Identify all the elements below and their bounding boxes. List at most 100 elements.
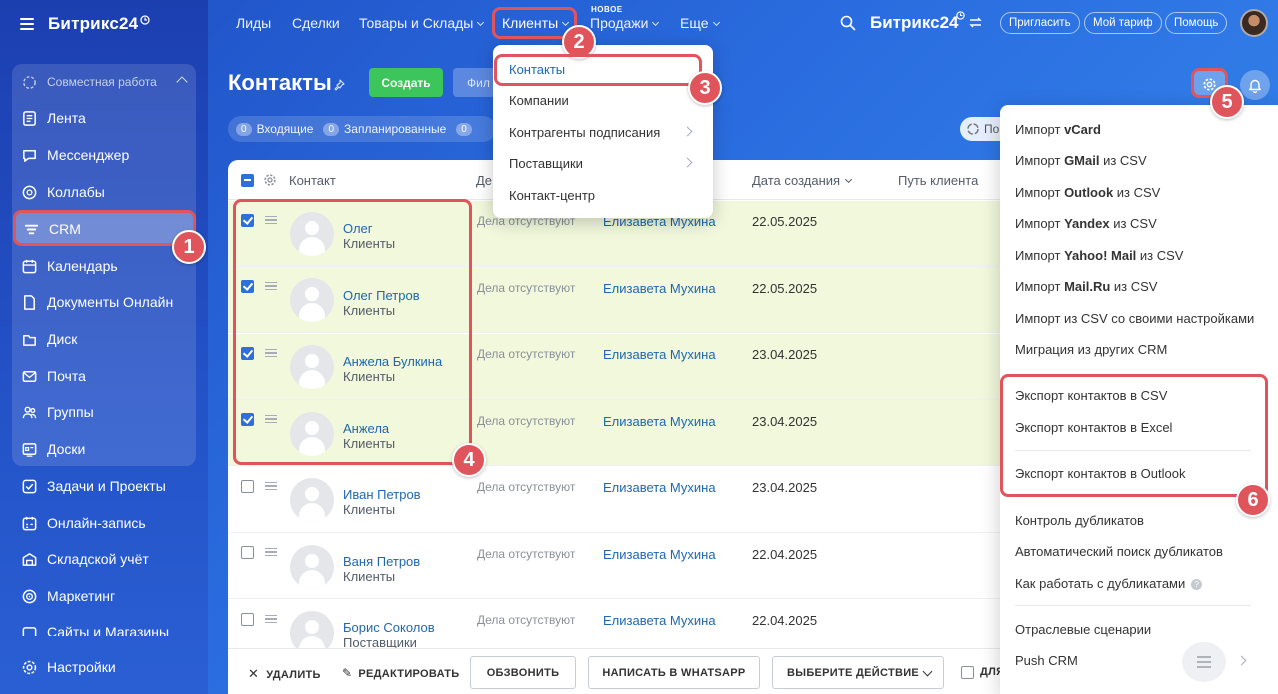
- switch-icon[interactable]: [969, 16, 982, 29]
- menu-item-import-vcard[interactable]: Импорт vCard: [1015, 122, 1101, 137]
- contact-name[interactable]: Анжела: [343, 421, 389, 436]
- contact-name[interactable]: Олег Петров: [343, 288, 420, 303]
- whatsapp-button[interactable]: НАПИСАТЬ В WHATSAPP: [588, 656, 760, 689]
- responsible-link[interactable]: Елизавета Мухина: [603, 547, 716, 562]
- counter-other[interactable]: 0: [456, 122, 477, 136]
- sidebar-item-crm[interactable]: CRM: [14, 212, 194, 246]
- menu-item-duplicate-auto[interactable]: Автоматический поиск дубликатов: [1015, 544, 1223, 559]
- sidebar-item-feed[interactable]: Лента: [12, 101, 196, 135]
- sidebar-item-disk[interactable]: Диск: [12, 322, 196, 356]
- drag-handle-icon[interactable]: [265, 282, 277, 290]
- menu-item-companies[interactable]: Компании: [509, 93, 569, 108]
- menu-item-migration[interactable]: Миграция из других CRM: [1015, 342, 1167, 357]
- chat-fab-button[interactable]: [1182, 642, 1226, 682]
- call-button[interactable]: ОБЗВОНИТЬ: [470, 656, 576, 689]
- menu-item-import-yandex[interactable]: Импорт Yandex из CSV: [1015, 216, 1157, 231]
- menu-icon[interactable]: [20, 18, 34, 30]
- menu-item-export-outlook[interactable]: Экспорт контактов в Outlook: [1015, 466, 1185, 481]
- help-icon[interactable]: ?: [1191, 579, 1203, 590]
- drag-handle-icon[interactable]: [265, 216, 277, 224]
- responsible-link[interactable]: Елизавета Мухина: [603, 480, 716, 495]
- column-journey[interactable]: Путь клиента: [898, 173, 978, 188]
- menu-item-duplicate-control[interactable]: Контроль дубликатов: [1015, 513, 1144, 528]
- contact-name[interactable]: Анжела Булкина: [343, 354, 442, 369]
- edit-action[interactable]: ✎ РЕДАКТИРОВАТЬ: [342, 666, 460, 680]
- sidebar-item-tasks[interactable]: Задачи и Проекты: [12, 469, 196, 503]
- menu-item-push-crm[interactable]: Push CRM: [1015, 653, 1078, 668]
- row-checkbox[interactable]: [241, 613, 254, 626]
- sidebar-item-marketing[interactable]: Маркетинг: [12, 579, 196, 613]
- help-button[interactable]: Помощь: [1165, 12, 1228, 34]
- menu-item-import-outlook[interactable]: Импорт Outlook из CSV: [1015, 185, 1160, 200]
- chevron-up-icon[interactable]: [176, 76, 188, 88]
- menu-item-duplicate-help[interactable]: Как работать с дубликатами?: [1015, 576, 1203, 591]
- nav-deals[interactable]: Сделки: [292, 15, 340, 31]
- menu-item-contact-center[interactable]: Контакт-центр: [509, 188, 595, 203]
- nav-sales[interactable]: Продажи: [590, 15, 660, 31]
- drag-handle-icon[interactable]: [265, 548, 277, 556]
- action-select[interactable]: ВЫБЕРИТЕ ДЕЙСТВИЕ: [772, 656, 944, 689]
- sidebar-item-sites[interactable]: Сайты и Магазины: [12, 616, 196, 636]
- sidebar-group-header[interactable]: Совместная работа: [12, 65, 196, 99]
- responsible-link[interactable]: Елизавета Мухина: [603, 347, 716, 362]
- row-checkbox[interactable]: [241, 546, 254, 559]
- menu-item-import-gmail[interactable]: Импорт GMail из CSV: [1015, 153, 1147, 168]
- drag-handle-icon[interactable]: [265, 615, 277, 623]
- nav-clients[interactable]: Клиенты: [502, 15, 570, 31]
- notifications-button[interactable]: [1240, 70, 1270, 100]
- create-button[interactable]: Создать: [369, 68, 443, 97]
- logo[interactable]: Битрикс24: [48, 14, 138, 34]
- column-created[interactable]: Дата создания: [752, 173, 853, 188]
- row-checkbox[interactable]: [241, 480, 254, 493]
- nav-products[interactable]: Товары и Склады: [359, 15, 485, 31]
- contact-name[interactable]: Иван Петров: [343, 487, 421, 502]
- for-all-checkbox[interactable]: [961, 666, 974, 679]
- drag-handle-icon[interactable]: [265, 415, 277, 423]
- sidebar-item-documents[interactable]: Документы Онлайн: [12, 285, 196, 319]
- menu-item-contacts[interactable]: Контакты: [509, 62, 565, 77]
- row-checkbox[interactable]: [241, 214, 254, 227]
- sidebar-item-warehouse[interactable]: Складской учёт: [12, 542, 196, 576]
- search-icon[interactable]: [840, 15, 856, 31]
- menu-item-signing-parties[interactable]: Контрагенты подписания: [509, 125, 660, 140]
- column-deals[interactable]: Де: [476, 173, 492, 188]
- sidebar-item-mail[interactable]: Почта: [12, 359, 196, 393]
- responsible-link[interactable]: Елизавета Мухина: [603, 281, 716, 296]
- nav-more[interactable]: Еще: [680, 15, 720, 31]
- menu-item-import-mailru[interactable]: Импорт Mail.Ru из CSV: [1015, 279, 1157, 294]
- menu-item-export-excel[interactable]: Экспорт контактов в Excel: [1015, 420, 1172, 435]
- tariff-button[interactable]: Мой тариф: [1084, 12, 1162, 34]
- row-checkbox[interactable]: [241, 347, 254, 360]
- drag-handle-icon[interactable]: [265, 482, 277, 490]
- contact-name[interactable]: Борис Соколов: [343, 620, 435, 635]
- menu-item-import-custom[interactable]: Импорт из CSV со своими настройками: [1015, 311, 1254, 326]
- counter-planned[interactable]: 0 Запланированные: [323, 122, 446, 136]
- delete-action[interactable]: ✕ УДАЛИТЬ: [248, 666, 321, 682]
- invite-button[interactable]: Пригласить: [1000, 12, 1080, 34]
- sidebar-item-settings[interactable]: Настройки: [12, 650, 196, 684]
- responsible-link[interactable]: Елизавета Мухина: [603, 414, 716, 429]
- responsible-link[interactable]: Елизавета Мухина: [603, 613, 716, 628]
- column-settings-icon[interactable]: [263, 173, 277, 187]
- menu-item-export-csv[interactable]: Экспорт контактов в CSV: [1015, 388, 1167, 403]
- brand-logo[interactable]: Битрикс24: [870, 13, 958, 33]
- row-checkbox[interactable]: [241, 280, 254, 293]
- sidebar-item-groups[interactable]: Группы: [12, 395, 196, 429]
- contact-name[interactable]: Ваня Петров: [343, 554, 420, 569]
- sidebar-item-booking[interactable]: Онлайн-запись: [12, 506, 196, 540]
- row-checkbox[interactable]: [241, 413, 254, 426]
- select-all-checkbox[interactable]: [241, 174, 254, 187]
- sidebar-item-messenger[interactable]: Мессенджер: [12, 138, 196, 172]
- nav-leads[interactable]: Лиды: [236, 15, 271, 31]
- menu-item-import-yahoo[interactable]: Импорт Yahoo! Mail из CSV: [1015, 248, 1183, 263]
- pin-icon[interactable]: [333, 79, 345, 91]
- sidebar-item-calendar[interactable]: Календарь: [12, 249, 196, 283]
- sidebar-item-boards[interactable]: Доски: [12, 432, 196, 466]
- column-contact[interactable]: Контакт: [289, 173, 336, 188]
- counter-incoming[interactable]: 0 Входящие: [236, 122, 313, 136]
- contact-name[interactable]: Олег: [343, 221, 373, 236]
- menu-item-suppliers[interactable]: Поставщики: [509, 156, 583, 171]
- sidebar-item-collabs[interactable]: Коллабы: [12, 175, 196, 209]
- avatar[interactable]: [1240, 9, 1268, 37]
- drag-handle-icon[interactable]: [265, 349, 277, 357]
